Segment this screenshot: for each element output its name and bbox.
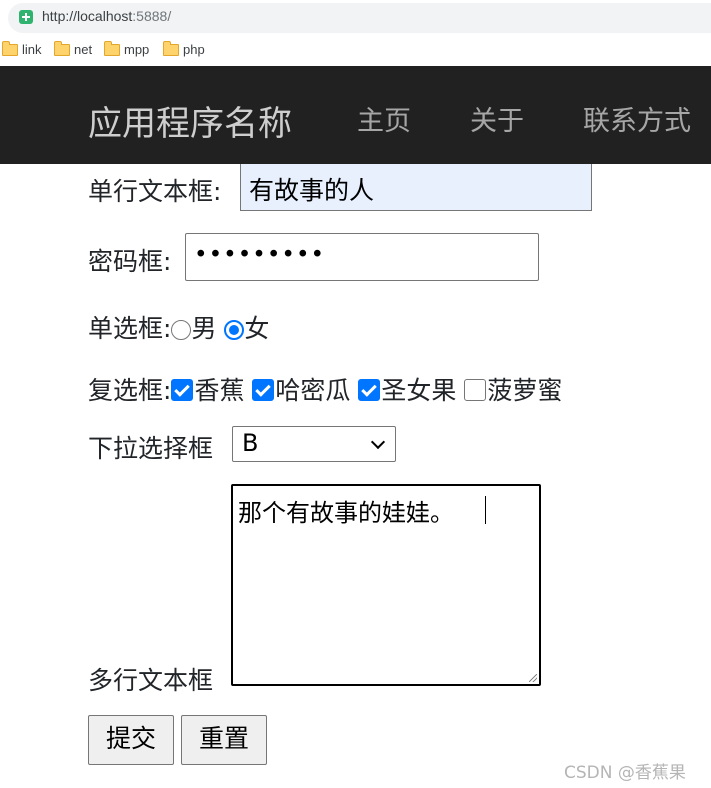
checkbox-group: 复选框: 香蕉 哈密瓜 圣女果 菠萝蜜: [88, 371, 562, 407]
checkbox-group-label: 复选框:: [88, 376, 172, 405]
radio-group: 单选框: 男 女: [88, 309, 269, 345]
watermark: CSDN @香蕉果: [564, 763, 686, 783]
site-info-icon[interactable]: [19, 10, 33, 24]
url-text[interactable]: http://localhost:5888/: [42, 8, 171, 24]
address-bar: http://localhost:5888/: [0, 0, 711, 36]
password-field-label: 密码框:: [88, 247, 172, 276]
nav-link-contact[interactable]: 联系方式: [583, 99, 691, 138]
textarea-value: 那个有故事的娃娃。: [238, 499, 454, 527]
checkbox-banana-label[interactable]: 香蕉: [194, 376, 244, 405]
folder-icon: [103, 41, 120, 56]
folder-icon: [162, 41, 179, 56]
nav-link-about[interactable]: 关于: [470, 99, 524, 138]
checkbox-jackfruit[interactable]: [464, 379, 487, 401]
checkbox-tomato-label[interactable]: 圣女果: [381, 376, 456, 405]
resize-handle[interactable]: [529, 674, 537, 682]
select-label: 下拉选择框: [88, 434, 214, 463]
radio-male[interactable]: [171, 320, 192, 340]
select-value: B: [242, 429, 259, 457]
bookmarks-bar: link net mpp php: [0, 36, 711, 67]
checkbox-melon-label[interactable]: 哈密瓜: [275, 376, 350, 405]
chevron-down-icon: [370, 434, 386, 450]
dropdown-select[interactable]: B: [232, 426, 396, 462]
reset-button[interactable]: 重置: [181, 715, 267, 765]
text-field[interactable]: 有故事的人: [240, 164, 592, 211]
radio-group-label: 单选框:: [88, 314, 172, 343]
radio-male-label[interactable]: 男: [191, 314, 216, 343]
checkbox-tomato[interactable]: [358, 379, 381, 401]
text-caret: [485, 496, 486, 524]
checkbox-banana[interactable]: [171, 379, 194, 401]
checkbox-jackfruit-label[interactable]: 菠萝蜜: [487, 376, 562, 405]
text-field-label: 单行文本框:: [88, 177, 222, 206]
navbar-brand[interactable]: 应用程序名称: [88, 96, 292, 145]
textarea-label: 多行文本框: [88, 666, 214, 695]
password-field[interactable]: •••••••••: [185, 233, 539, 281]
folder-icon: [1, 41, 18, 56]
submit-button[interactable]: 提交: [88, 715, 174, 765]
nav-link-home[interactable]: 主页: [357, 99, 411, 138]
navbar: 应用程序名称 主页 关于 联系方式: [0, 66, 711, 164]
folder-icon: [53, 41, 70, 56]
radio-female[interactable]: [224, 320, 245, 340]
textarea-field[interactable]: 那个有故事的娃娃。: [231, 484, 541, 686]
checkbox-melon[interactable]: [252, 379, 275, 401]
radio-female-label[interactable]: 女: [244, 314, 269, 343]
